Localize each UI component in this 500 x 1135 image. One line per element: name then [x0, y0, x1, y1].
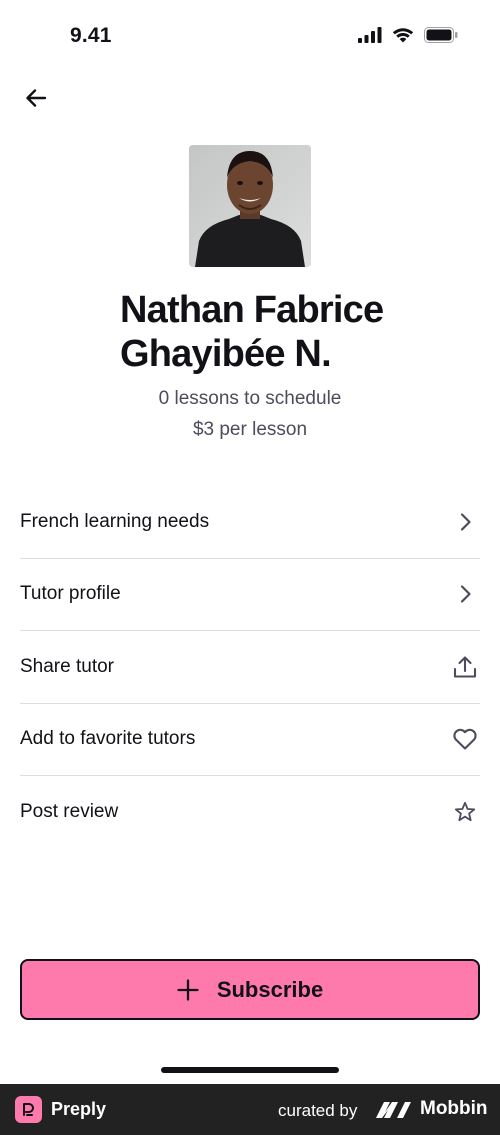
chevron-right-icon — [450, 507, 480, 537]
lessons-to-schedule: 0 lessons to schedule — [158, 388, 342, 409]
subscribe-label: Subscribe — [216, 976, 324, 1002]
back-button[interactable] — [20, 82, 52, 114]
status-time: 9.41 — [70, 24, 112, 47]
heart-icon — [450, 724, 480, 754]
status-icons — [358, 27, 458, 43]
menu-item-label: Share tutor — [20, 655, 114, 677]
menu-item-post-review[interactable]: Post review — [20, 776, 480, 849]
wifi-icon — [392, 28, 414, 43]
mobbin-label: Mobbin — [420, 1098, 488, 1119]
curated-by-label: curated by — [278, 1101, 358, 1120]
star-icon — [450, 797, 480, 827]
home-indicator — [161, 1067, 339, 1073]
arrow-left-icon — [26, 89, 47, 107]
menu-item-label: Tutor profile — [20, 583, 121, 605]
preply-logo-icon — [15, 1096, 42, 1123]
status-bar: 9.41 — [0, 0, 500, 76]
preply-label: Preply — [51, 1099, 107, 1119]
menu-item-label: Add to favorite tutors — [20, 728, 196, 750]
price-per-lesson: $3 per lesson — [192, 419, 308, 440]
chevron-right-icon — [450, 579, 480, 609]
cellular-signal-icon — [358, 27, 382, 43]
footer-bar: Preply curated by Mobbin — [0, 1084, 500, 1135]
mobbin-logo-icon — [375, 1099, 413, 1120]
menu-item-label: Post review — [20, 801, 119, 823]
menu-item-share-tutor[interactable]: Share tutor — [20, 631, 480, 704]
plus-icon — [177, 978, 199, 1001]
tutor-avatar — [189, 145, 311, 267]
battery-icon — [424, 27, 458, 43]
subscribe-button[interactable]: Subscribe — [20, 959, 480, 1020]
tutor-name: Nathan Fabrice Ghayibée N. — [120, 289, 384, 375]
tutor-actions-list: French learning needs Tutor profile Shar… — [20, 486, 480, 849]
share-upload-icon — [450, 652, 480, 682]
menu-item-tutor-profile[interactable]: Tutor profile — [20, 559, 480, 631]
menu-item-label: French learning needs — [20, 510, 210, 532]
menu-item-french-learning-needs[interactable]: French learning needs — [20, 486, 480, 559]
menu-item-add-to-favorites[interactable]: Add to favorite tutors — [20, 704, 480, 776]
